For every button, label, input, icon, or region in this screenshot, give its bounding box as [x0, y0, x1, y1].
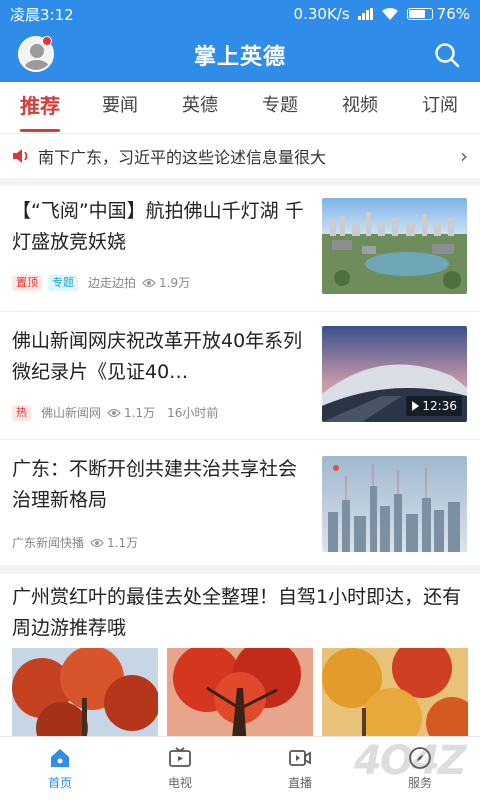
nav-label: 直播: [287, 776, 312, 790]
view-count: 1.1万: [107, 536, 139, 550]
news-source: 广东新闻快播: [12, 536, 85, 550]
section-divider: [0, 566, 480, 574]
network-speed: 0.30K/s: [293, 5, 350, 23]
eye-icon: [90, 538, 104, 547]
live-icon: [289, 750, 311, 766]
tab-video[interactable]: 视频: [320, 82, 400, 134]
news-item[interactable]: 广东：不断开创共建共治共享社会治理新格局 广东新闻快播 1.1万: [0, 440, 480, 566]
search-icon[interactable]: [434, 42, 460, 68]
view-count: 1.9万: [159, 276, 191, 290]
news-title: 广州赏红叶的最佳去处全整理！自驾1小时即达，还有周边游推荐哦: [12, 586, 462, 639]
news-thumbnail: [322, 198, 467, 294]
channel-tabs: 推荐 要闻 英德 专题 视频 订阅: [0, 82, 480, 134]
nav-tv[interactable]: 电视: [120, 737, 240, 800]
home-icon: [51, 749, 69, 767]
nav-label: 首页: [47, 776, 72, 790]
video-thumbnail[interactable]: 12:36: [322, 326, 467, 422]
nav-label: 电视: [167, 776, 192, 790]
news-title: 【“飞阅”中国】航拍佛山千灯湖 千灯盛放竞妖娆: [12, 200, 304, 253]
app-bar: 掌上英德: [0, 28, 480, 82]
news-image: [322, 648, 468, 748]
hot-badge: 热: [12, 404, 31, 421]
wifi-icon: [381, 7, 398, 20]
tv-icon: [169, 747, 191, 767]
nav-home[interactable]: 首页: [0, 737, 120, 800]
news-item[interactable]: 佛山新闻网庆祝改革开放40年系列微纪录片《见证40… 热 佛山新闻网 1.1万 …: [0, 312, 480, 440]
news-image: [167, 648, 313, 748]
pinned-badge: 置顶: [12, 274, 42, 291]
news-item[interactable]: 广州赏红叶的最佳去处全整理！自驾1小时即达，还有周边游推荐哦: [0, 574, 480, 748]
speaker-icon: [13, 149, 28, 163]
tab-recommend[interactable]: 推荐: [0, 82, 80, 134]
notification-dot: [42, 36, 52, 46]
app-title: 掌上英德: [193, 45, 286, 70]
status-time: 凌晨3:12: [10, 5, 74, 24]
news-item[interactable]: 【“飞阅”中国】航拍佛山千灯湖 千灯盛放竞妖娆 置顶 专题 边走边拍 1.9万: [0, 186, 480, 312]
status-bar: 凌晨3:12 0.30K/s 76%: [0, 0, 480, 28]
news-title: 广东：不断开创共建共治共享社会治理新格局: [12, 458, 298, 511]
battery-icon: [406, 8, 433, 20]
news-title: 佛山新闻网庆祝改革开放40年系列微纪录片《见证40…: [12, 330, 303, 383]
news-source: 佛山新闻网: [41, 406, 102, 420]
chevron-right-icon: ›: [460, 144, 468, 168]
tab-topics[interactable]: 专题: [240, 82, 320, 134]
eye-icon: [107, 408, 121, 417]
nav-live[interactable]: 直播: [240, 737, 360, 800]
eye-icon: [142, 278, 156, 287]
ticker-text: 南下广东，习近平的这些论述信息量很大: [38, 148, 327, 167]
video-duration: 12:36: [422, 399, 457, 413]
watermark: 4O4Z: [354, 738, 467, 784]
headline-ticker[interactable]: 南下广东，习近平的这些论述信息量很大 ›: [0, 134, 480, 186]
tab-headlines[interactable]: 要闻: [80, 82, 160, 134]
topic-badge: 专题: [48, 274, 78, 291]
battery-percent: 76%: [436, 5, 470, 23]
tab-subscribe[interactable]: 订阅: [400, 82, 480, 134]
news-thumbnail: [322, 456, 467, 552]
tab-yingde[interactable]: 英德: [160, 82, 240, 134]
publish-time: 16小时前: [167, 406, 219, 420]
news-source: 边走边拍: [88, 276, 137, 290]
view-count: 1.1万: [124, 406, 156, 420]
news-image: [12, 648, 158, 748]
cellular-signal-icon: [357, 8, 373, 20]
